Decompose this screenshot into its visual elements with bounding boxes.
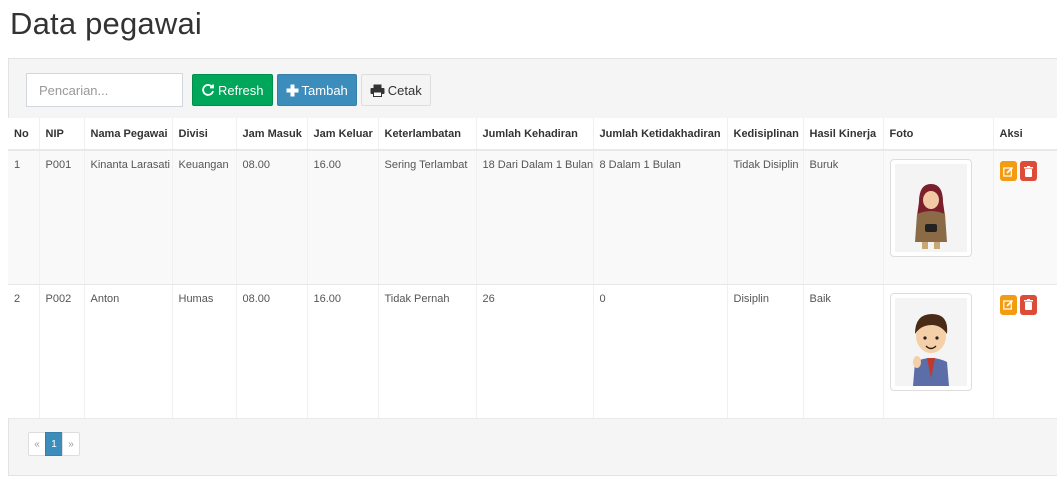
column-header[interactable]: Foto xyxy=(883,118,994,151)
data-panel: Refresh Tambah Cetak xyxy=(8,58,1057,476)
printer-icon xyxy=(370,84,385,97)
column-header[interactable]: Kedisiplinan xyxy=(727,118,804,151)
print-label: Cetak xyxy=(387,82,422,98)
cell-ketidakhadiran: 0 xyxy=(593,284,728,419)
cell-aksi xyxy=(993,150,1057,285)
pagination-page[interactable]: 1 xyxy=(45,432,63,456)
cell-foto xyxy=(883,150,994,285)
employee-table: No NIP Nama Pegawai Divisi Jam Masuk Jam… xyxy=(8,118,1057,419)
employee-table-wrapper: No NIP Nama Pegawai Divisi Jam Masuk Jam… xyxy=(8,118,1057,419)
cell-kehadiran: 18 Dari Dalam 1 Bulan xyxy=(476,150,594,285)
add-button[interactable]: Tambah xyxy=(276,74,357,106)
column-header[interactable]: Nama Pegawai xyxy=(84,118,173,151)
edit-icon xyxy=(1002,299,1013,310)
column-header[interactable]: Jumlah Ketidakhadiran xyxy=(593,118,728,151)
man-avatar-icon xyxy=(894,297,967,386)
delete-button[interactable] xyxy=(1019,161,1037,181)
cell-nama: Kinanta Larasati xyxy=(84,150,173,285)
cell-jam-masuk: 08.00 xyxy=(236,150,308,285)
cell-no: 1 xyxy=(8,150,40,285)
cell-jam-keluar: 16.00 xyxy=(307,150,379,285)
woman-hijab-avatar-icon xyxy=(894,164,967,252)
column-header[interactable]: No xyxy=(8,118,40,151)
delete-button[interactable] xyxy=(1019,294,1037,315)
cell-nama: Anton xyxy=(84,284,173,419)
pagination-next[interactable]: » xyxy=(62,432,80,456)
cell-nip: P001 xyxy=(39,150,85,285)
cell-keterlambatan: Tidak Pernah xyxy=(378,284,477,419)
cell-divisi: Humas xyxy=(172,284,237,419)
employee-photo xyxy=(889,292,972,391)
refresh-button[interactable]: Refresh xyxy=(192,74,273,106)
column-header[interactable]: Jumlah Kehadiran xyxy=(476,118,594,151)
table-row: 1 P001 Kinanta Larasati Keuangan 08.00 1… xyxy=(8,150,1057,285)
cell-kedisiplinan: Tidak Disiplin xyxy=(727,150,804,285)
plus-icon xyxy=(286,84,299,96)
cell-foto xyxy=(883,284,994,419)
cell-kinerja: Buruk xyxy=(803,150,884,285)
trash-icon xyxy=(1023,299,1033,310)
cell-no: 2 xyxy=(8,284,40,419)
pagination: « 1 » xyxy=(28,432,80,456)
cell-keterlambatan: Sering Terlambat xyxy=(378,150,477,285)
cell-nip: P002 xyxy=(39,284,85,419)
row-actions xyxy=(999,161,1051,181)
cell-divisi: Keuangan xyxy=(172,150,237,285)
page-title: Data pegawai xyxy=(10,6,202,41)
column-header[interactable]: Jam Keluar xyxy=(307,118,379,151)
cell-jam-keluar: 16.00 xyxy=(307,284,379,419)
print-button[interactable]: Cetak xyxy=(360,74,431,106)
column-header[interactable]: NIP xyxy=(39,118,85,151)
refresh-icon xyxy=(202,84,214,96)
column-header[interactable]: Jam Masuk xyxy=(236,118,308,151)
refresh-label: Refresh xyxy=(218,82,264,98)
cell-kehadiran: 26 xyxy=(476,284,594,419)
toolbar: Refresh Tambah Cetak xyxy=(26,73,431,107)
pagination-prev[interactable]: « xyxy=(28,432,46,456)
row-actions xyxy=(999,294,1051,315)
column-header[interactable]: Divisi xyxy=(172,118,237,151)
add-label: Tambah xyxy=(301,82,348,98)
edit-button[interactable] xyxy=(999,161,1017,181)
employee-photo xyxy=(889,159,972,257)
search-input[interactable] xyxy=(26,73,183,107)
table-row: 2 P002 Anton Humas 08.00 16.00 Tidak Per… xyxy=(8,284,1057,419)
cell-kinerja: Baik xyxy=(803,284,884,419)
edit-icon xyxy=(1002,166,1013,177)
column-header[interactable]: Aksi xyxy=(993,118,1057,151)
table-header-row: No NIP Nama Pegawai Divisi Jam Masuk Jam… xyxy=(8,118,1057,151)
cell-kedisiplinan: Disiplin xyxy=(727,284,804,419)
edit-button[interactable] xyxy=(999,294,1017,315)
cell-jam-masuk: 08.00 xyxy=(236,284,308,419)
trash-icon xyxy=(1023,165,1033,177)
cell-ketidakhadiran: 8 Dalam 1 Bulan xyxy=(593,150,728,285)
column-header[interactable]: Hasil Kinerja xyxy=(803,118,884,151)
cell-aksi xyxy=(993,284,1057,419)
column-header[interactable]: Keterlambatan xyxy=(378,118,477,151)
